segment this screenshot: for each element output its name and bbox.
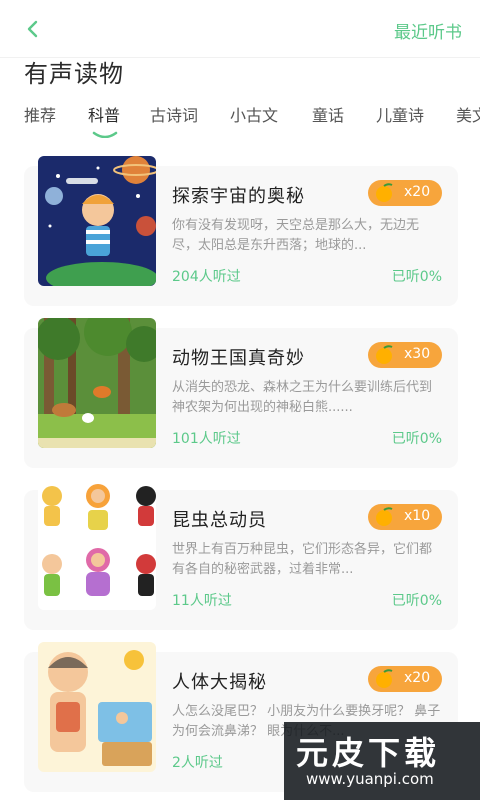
book-cover-animals (38, 318, 156, 448)
coin-badge: x10 (368, 504, 442, 530)
listen-progress: 已听0% (391, 431, 442, 447)
book-cover-universe (38, 156, 156, 286)
book-title: 昆虫总动员 (172, 510, 267, 531)
coin-count: x20 (404, 184, 431, 200)
recent-listening-link[interactable]: 最近听书 (394, 18, 462, 43)
tab-fairy-tales[interactable]: 童话 (312, 102, 344, 126)
book-card-animals[interactable]: 动物王国真奇妙 x30 从消失的恐龙、森林之王为什么要训练后代到神农架为何出现的… (24, 318, 458, 468)
orange-coin-icon (374, 183, 396, 203)
coin-count: x30 (404, 346, 431, 362)
listener-count: 11人听过 (172, 593, 232, 609)
watermark-overlay: 元皮下载 www.yuanpi.com (284, 722, 480, 800)
watermark-title: 元皮下载 (296, 734, 441, 772)
book-description: 你有没有发现呀，天空总是那么大，无边无尽，太阳总是东升西落；地球的... (172, 218, 420, 253)
orange-coin-icon (374, 507, 396, 527)
listener-count: 204人听过 (172, 269, 241, 285)
page-title: 有声读物 (24, 60, 124, 88)
top-bar: 最近听书 (0, 0, 480, 58)
tab-recommend[interactable]: 推荐 (24, 102, 56, 126)
coin-badge: x30 (368, 342, 442, 368)
coin-count: x10 (404, 508, 431, 524)
coin-badge: x20 (368, 180, 442, 206)
book-card-insects[interactable]: 昆虫总动员 x10 世界上有百万种昆虫，它们形态各异，它们都有各自的秘密武器，过… (24, 480, 458, 630)
book-cover-human-body (38, 642, 156, 772)
listener-count: 2人听过 (172, 755, 223, 771)
tab-science[interactable]: 科普 (88, 102, 120, 126)
orange-coin-icon (374, 669, 396, 689)
listener-count: 101人听过 (172, 431, 241, 447)
book-title: 探索宇宙的奥秘 (172, 186, 305, 207)
book-title: 人体大揭秘 (172, 672, 267, 693)
tab-active-indicator (92, 124, 118, 138)
tab-children-poems[interactable]: 儿童诗 (376, 102, 424, 126)
book-card-universe[interactable]: 探索宇宙的奥秘 x20 你有没有发现呀，天空总是那么大，无边无尽，太阳总是东升西… (24, 156, 458, 306)
book-description: 世界上有百万种昆虫，它们形态各异，它们都有各自的秘密武器，过着非常... (172, 542, 433, 577)
coin-count: x20 (404, 670, 431, 686)
orange-coin-icon (374, 345, 396, 365)
book-cover-insects (38, 480, 156, 610)
category-tabs: 推荐 科普 古诗词 小古文 童话 儿童诗 美文 (0, 100, 480, 138)
book-description: 从消失的恐龙、森林之王为什么要训练后代到神农架为何出现的神秘白熊...... (172, 380, 433, 415)
coin-badge: x20 (368, 666, 442, 692)
listen-progress: 已听0% (391, 593, 442, 609)
book-title: 动物王国真奇妙 (172, 348, 305, 369)
listen-progress: 已听0% (391, 269, 442, 285)
tab-essays[interactable]: 美文 (456, 102, 480, 126)
tab-ancient-poems[interactable]: 古诗词 (150, 102, 198, 126)
back-arrow-icon[interactable] (22, 18, 44, 40)
tab-classical-prose[interactable]: 小古文 (230, 102, 278, 126)
watermark-url: www.yuanpi.com (306, 770, 434, 788)
